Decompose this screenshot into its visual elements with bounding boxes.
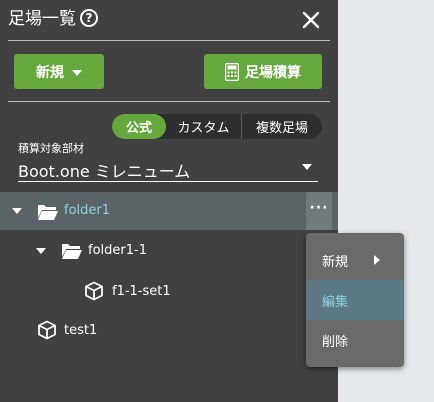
tab-custom[interactable]: カスタム (166, 114, 242, 139)
panel-title: 足場一覧 (8, 9, 76, 29)
more-options-button[interactable]: ··· (306, 192, 332, 230)
context-menu: 新規 編集 削除 (306, 233, 404, 367)
tree-item-f1-1-set1[interactable]: f1-1-set1 (0, 271, 338, 309)
header-divider (8, 40, 330, 41)
panel-header: 足場一覧 ? (0, 0, 338, 40)
material-select-value: Boot.one ミレニューム (18, 162, 191, 181)
context-menu-item-delete[interactable]: 削除 (306, 320, 404, 360)
context-menu-item-label: 新規 (322, 254, 349, 270)
scaffold-list-page: 足場一覧 ? 新規 足場積算 公式 カスタム 複数足場 積算対象部材 Boot.… (0, 0, 434, 402)
folder-open-icon (38, 205, 58, 220)
tree-item-folder1-1[interactable]: folder1-1 (0, 231, 338, 269)
context-menu-item-new[interactable]: 新規 (306, 240, 404, 280)
scaffold-estimate-button[interactable]: 足場積算 (204, 54, 322, 89)
calculator-icon (225, 62, 239, 81)
context-menu-item-label: 削除 (322, 334, 349, 350)
cube-icon (85, 281, 103, 301)
chevron-down-icon (72, 69, 82, 76)
more-horizontal-icon: ··· (309, 200, 329, 216)
folder-open-icon (62, 244, 82, 259)
question-circle-icon[interactable]: ? (80, 9, 98, 27)
material-select[interactable]: Boot.one ミレニューム (18, 154, 318, 182)
tab-multiple-scaffold[interactable]: 複数足場 (242, 114, 322, 139)
tree-item-test1[interactable]: test1 (0, 310, 338, 348)
cube-icon (38, 320, 56, 340)
tree-item-label: f1-1-set1 (112, 284, 171, 299)
tree-item-folder1[interactable]: folder1 ··· (0, 192, 338, 230)
new-button-label: 新規 (36, 64, 64, 81)
expand-caret-icon[interactable] (12, 208, 22, 214)
close-icon[interactable] (300, 9, 322, 31)
tree-item-label: test1 (64, 323, 98, 338)
scaffold-list-panel: 足場一覧 ? 新規 足場積算 公式 カスタム 複数足場 積算対象部材 Boot.… (0, 0, 338, 402)
tree-item-label: folder1 (64, 203, 111, 218)
context-menu-item-edit[interactable]: 編集 (306, 280, 404, 320)
context-menu-item-label: 編集 (322, 294, 349, 310)
expand-caret-icon[interactable] (36, 248, 46, 254)
tab-official[interactable]: 公式 (112, 114, 166, 139)
actions-divider (8, 101, 330, 102)
chevron-down-icon (302, 164, 312, 170)
scaffold-estimate-label: 足場積算 (245, 64, 301, 81)
tree-item-label: folder1-1 (88, 243, 147, 258)
mode-segmented-control: 公式 カスタム 複数足場 (112, 114, 322, 139)
new-button[interactable]: 新規 (14, 54, 104, 89)
chevron-right-icon (374, 255, 380, 265)
